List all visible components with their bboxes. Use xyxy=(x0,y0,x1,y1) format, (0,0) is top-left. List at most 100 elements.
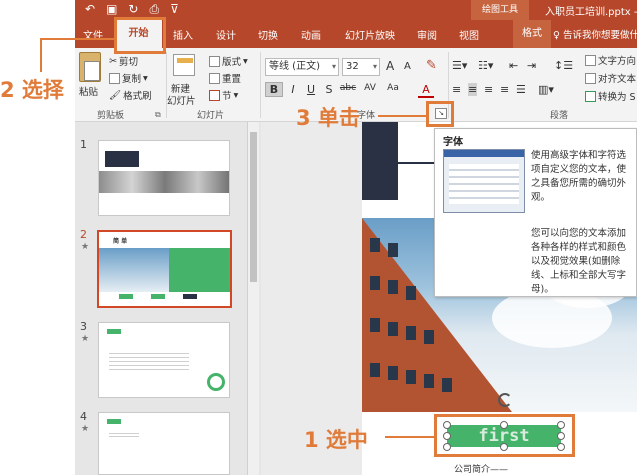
window-shape xyxy=(406,326,416,340)
annotation-step-2: 2 选择 xyxy=(0,78,64,102)
align-text-button[interactable]: 对齐文本 xyxy=(585,71,636,85)
copy-button[interactable]: 复制 ▾ xyxy=(109,71,148,85)
italic-button[interactable]: I xyxy=(285,83,301,96)
layout-button[interactable]: 版式 ▾ xyxy=(209,54,248,68)
scrollbar-thumb[interactable] xyxy=(250,132,257,282)
reset-label: 重置 xyxy=(222,74,242,85)
new-slide-icon[interactable] xyxy=(173,54,195,76)
save-icon[interactable]: ▣ xyxy=(106,2,117,17)
section-button[interactable]: 节 ▾ xyxy=(209,88,238,102)
tab-animations[interactable]: 动画 xyxy=(301,27,321,42)
paste-button[interactable]: 粘贴 xyxy=(79,84,98,98)
customize-icon[interactable]: ⊽ xyxy=(170,2,179,17)
tell-me-box[interactable]: ♀ 告诉我你想要做什么 xyxy=(553,27,637,41)
line-spacing-icon[interactable]: ↕☰ xyxy=(554,59,573,72)
redo-icon[interactable]: ↻ xyxy=(128,2,138,17)
rotate-handle-icon[interactable] xyxy=(498,393,512,407)
slide-thumbnail-2[interactable]: 简 单 xyxy=(97,230,232,308)
tell-me-text: 告诉我你想要做什么 xyxy=(563,30,637,41)
section-label: 节 xyxy=(222,91,232,102)
strikethrough-button[interactable]: abc xyxy=(337,83,359,93)
underline-button[interactable]: U xyxy=(303,83,319,96)
slide-thumbnail-3[interactable] xyxy=(98,322,230,398)
tab-format[interactable]: 格式 xyxy=(513,20,551,48)
thumb-ring xyxy=(207,373,225,391)
slide-thumbnail-4[interactable] xyxy=(98,412,230,475)
thumb-dark-block xyxy=(105,151,139,167)
window-shape xyxy=(388,366,398,380)
undo-icon[interactable]: ↶ xyxy=(85,2,95,17)
align-left-icon[interactable]: ≡ xyxy=(452,83,461,96)
clipboard-group-label: 剪贴板 xyxy=(97,111,125,121)
shrink-font-button[interactable]: A xyxy=(404,61,411,72)
brush-icon: 🖌 xyxy=(109,89,122,101)
change-case-button[interactable]: Aa xyxy=(384,83,402,93)
bullets-icon[interactable]: ☰▾ xyxy=(452,59,467,72)
annotation-box-launcher xyxy=(426,101,454,127)
paragraph-group-label: 段落 xyxy=(550,111,569,121)
font-size-combo[interactable]: 32 ▾ xyxy=(342,58,380,76)
cut-label: 剪切 xyxy=(118,57,138,68)
window-shape xyxy=(370,363,380,377)
thumb-text-lines xyxy=(109,353,189,373)
format-painter-label: 格式刷 xyxy=(123,91,152,102)
align-right-icon[interactable]: ≡ xyxy=(484,83,493,96)
annotation-line xyxy=(385,436,434,438)
distribute-icon[interactable]: ☰ xyxy=(516,83,526,96)
print-preview-icon[interactable]: ⎙ xyxy=(149,2,159,17)
annotation-step-1: 1 选中 xyxy=(304,428,368,452)
thumbnail-scrollbar[interactable] xyxy=(247,122,259,475)
align-center-icon[interactable]: ≡ xyxy=(468,83,478,96)
tab-slideshow[interactable]: 幻灯片放映 xyxy=(345,27,395,42)
clear-format-icon[interactable]: ✎ xyxy=(426,58,437,73)
cut-button[interactable]: ✂ 剪切 xyxy=(109,54,138,69)
window-shape xyxy=(406,286,416,300)
annotation-line xyxy=(40,38,42,72)
window-shape xyxy=(370,238,380,252)
annotation-line xyxy=(40,38,114,40)
grow-font-button[interactable]: A xyxy=(386,59,394,73)
char-spacing-button[interactable]: AV xyxy=(361,83,379,93)
company-intro-text: 公司简介—— xyxy=(454,465,509,475)
shadow-button[interactable]: S xyxy=(321,83,337,96)
font-color-button[interactable]: A xyxy=(418,83,434,98)
window-shape xyxy=(406,370,416,384)
animation-star-icon: ★ xyxy=(81,242,90,252)
text-direction-button[interactable]: 文字方向 xyxy=(585,53,636,67)
tab-transitions[interactable]: 切换 xyxy=(258,27,278,42)
animation-star-icon: ★ xyxy=(81,424,90,434)
slide-number: 2 xyxy=(80,228,87,241)
section-dropdown-icon: ▾ xyxy=(233,89,239,101)
bold-button[interactable]: B xyxy=(265,82,283,97)
slide-thumbnail-1[interactable] xyxy=(98,140,230,216)
format-painter-button[interactable]: 🖌 格式刷 xyxy=(109,88,152,103)
slide-dark-block xyxy=(362,122,398,200)
decrease-indent-icon[interactable]: ⇤ xyxy=(509,59,518,72)
quick-access-toolbar: ↶ ▣ ↻ ⎙ ⊽ xyxy=(85,2,179,17)
animation-star-icon: ★ xyxy=(81,334,90,344)
reset-button[interactable]: 重置 xyxy=(209,71,241,85)
smartart-icon xyxy=(585,90,596,102)
font-name-combo[interactable]: 等线 (正文) ▾ xyxy=(265,58,339,76)
tab-design[interactable]: 设计 xyxy=(216,27,236,42)
thumb-green-tag xyxy=(107,329,121,334)
convert-smartart-button[interactable]: 转换为 S xyxy=(585,89,636,103)
tab-view[interactable]: 视图 xyxy=(459,27,479,42)
tab-review[interactable]: 审阅 xyxy=(417,27,437,42)
numbering-icon[interactable]: ☷▾ xyxy=(478,59,493,72)
convert-smartart-label: 转换为 S xyxy=(598,92,636,103)
justify-icon[interactable]: ≡ xyxy=(500,83,509,96)
columns-icon[interactable]: ▥▾ xyxy=(538,83,554,96)
tooltip-title: 字体 xyxy=(443,137,463,148)
tab-insert[interactable]: 插入 xyxy=(173,27,193,42)
new-slide-label[interactable]: 幻灯片 xyxy=(167,93,196,107)
paste-icon[interactable] xyxy=(79,52,101,82)
document-title: 入职员工培训.pptx - xyxy=(545,7,637,18)
increase-indent-icon[interactable]: ⇥ xyxy=(527,59,536,72)
thumb-green-tag xyxy=(107,419,121,424)
slide-number: 3 xyxy=(80,320,87,333)
clipboard-launcher-icon[interactable]: ⧉ xyxy=(155,110,161,120)
tooltip-paragraph-1: 使用高级字体和字符选项自定义您的文本，使之具备您所需的确切外观。 xyxy=(531,150,627,203)
align-text-icon xyxy=(585,72,596,84)
tooltip-paragraph-2: 您可以向您的文本添加各种各样的样式和颜色以及视觉效果(如删除线、上标和全部大写字… xyxy=(531,228,627,295)
